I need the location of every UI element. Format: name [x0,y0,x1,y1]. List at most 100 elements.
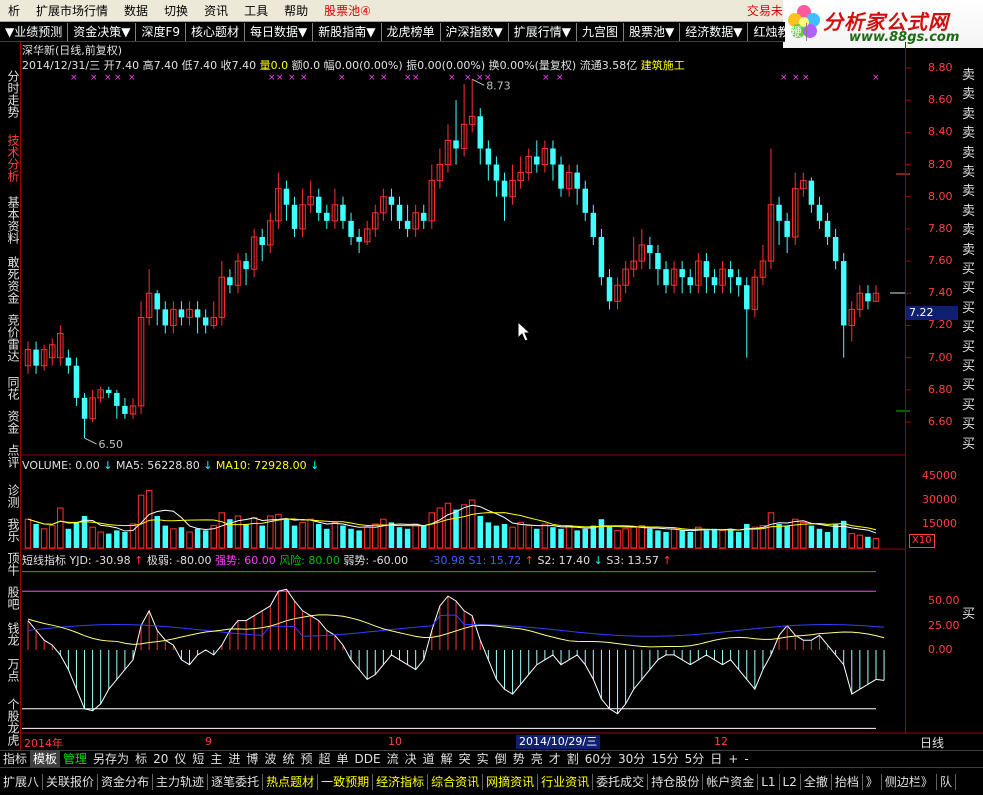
candle-body [315,196,322,213]
function-tab[interactable]: 关联报价 [43,773,99,790]
signal-mark: × [276,73,284,83]
indicator-tab[interactable]: 短 [189,751,207,767]
sell-level[interactable]: 卖 [962,122,975,141]
indicator-tab[interactable]: 势 [510,751,528,767]
indicator-tab[interactable]: 道 [420,751,438,767]
function-tab[interactable]: 持仓股份 [648,773,704,790]
sell-level[interactable]: 卖 [962,200,975,219]
volume-bar [493,525,500,548]
right-axis-line [905,42,906,734]
volume-bar [299,521,306,549]
indicator-tab[interactable]: 才 [546,751,564,767]
volume-bar [816,528,823,548]
function-tab[interactable]: 热点题材 [263,773,319,790]
indicator-tab[interactable]: 博 [243,751,261,767]
indicator-tabs: 指标 模板 管理 另存为标 20 仪短主进博波统预超单 DDE 流决道解突实倒势亮才割 60分 3… [0,750,983,767]
sell-level[interactable]: 卖 [962,161,975,180]
buy-level[interactable]: 买 [962,297,975,316]
indicator-tab[interactable]: - [741,751,751,767]
volume-bar [622,528,629,549]
sell-level[interactable]: 卖 [962,83,975,102]
volume-bar [460,504,468,549]
function-tab[interactable]: 经济指标 [373,773,429,790]
indicator-tab[interactable]: + [725,751,741,767]
sell-level[interactable]: 卖 [962,239,975,258]
indicator-tab[interactable]: 模板 [30,751,61,767]
function-tab[interactable]: 主力轨迹 [153,773,209,790]
period-label[interactable]: 日线 [920,734,944,751]
function-tab[interactable]: 行业资讯 [538,773,594,790]
indicator-tab[interactable]: 指标 [0,751,30,767]
function-tab[interactable]: 》 [863,773,882,790]
function-tab[interactable]: 侧边栏》 [882,773,937,790]
indicator-tab[interactable]: 超 [315,751,333,767]
indicator-tab[interactable]: 解 [438,751,456,767]
kline-chart[interactable]: × × × × × × × × × × × × × × × × × × × × × × × ×8.736.50 [0,0,983,795]
indicator-tab[interactable]: 主 [207,751,225,767]
indicator-tab[interactable]: 20 [150,751,171,767]
function-tab[interactable]: 扩展八 [0,773,44,790]
indicator-tab[interactable]: 管理 [60,751,90,767]
buy-level[interactable]: 买 [962,374,975,393]
function-tab[interactable]: 一致预期 [318,773,374,790]
indicator-tab[interactable]: 15分 [648,751,681,767]
buy-level[interactable]: 买 [962,413,975,432]
function-tab[interactable]: L2 [780,773,801,790]
volume-bar [436,507,444,549]
indicator-tab[interactable]: 倒 [492,751,510,767]
function-tab[interactable]: 网摘资讯 [483,773,539,790]
indicator-tab[interactable]: 进 [225,751,243,767]
function-tab[interactable]: 帐户资金 [703,773,759,790]
sell-level[interactable]: 卖 [962,64,975,83]
function-tab[interactable]: 综合资讯 [428,773,484,790]
buy-level[interactable]: 买 [962,433,975,452]
indicator-tab[interactable]: 预 [297,751,315,767]
candle-body [784,220,790,237]
bottom-function-tabs: 扩展八 关联报价 资金分布 主力轨迹 逐笔委托 热点题材 一致预期 经济指标 综合资讯 网摘资讯行… [0,767,983,795]
indicator-tab[interactable]: 仪 [171,751,189,767]
volume-bar [776,524,782,548]
indicator-tab[interactable]: 割 [564,751,582,767]
indicator-tab[interactable]: 日 [707,751,725,767]
function-tab[interactable]: 队 [937,773,956,790]
buy-level[interactable]: 买 [962,277,975,296]
indicator-tab[interactable]: 流 [384,751,402,767]
candle-body [485,148,492,165]
indicator-tab[interactable]: 5分 [682,751,708,767]
function-tab[interactable]: 委托成交 [593,773,649,790]
volume-bar [194,528,201,548]
indicator-tab[interactable]: 60分 [582,751,615,767]
function-tab[interactable]: 资金分布 [98,773,154,790]
sell-level[interactable]: 卖 [962,103,975,122]
indicator-tab[interactable]: 单 [334,751,352,767]
indicator-tab[interactable]: 实 [474,751,492,767]
indicator-tab[interactable]: 统 [279,751,297,767]
buy-level[interactable]: 买 [962,394,975,413]
indicator-tab[interactable]: 决 [402,751,420,767]
function-tab[interactable]: L1 [758,773,780,790]
sell-level[interactable]: 卖 [962,180,975,199]
function-tab[interactable]: 逐笔委托 [208,773,264,790]
indicator-tab[interactable]: 波 [261,751,279,767]
candle-body [727,269,734,278]
indicator-tab[interactable]: 标 [132,751,150,767]
indicator-name[interactable]: 短线指标 [22,554,66,567]
buy-level[interactable]: 买 [962,336,975,355]
buy-level[interactable]: 买 [962,258,975,277]
function-tab[interactable]: 全撤 [801,773,832,790]
indicator-tab[interactable]: 突 [456,751,474,767]
indicator-tab[interactable]: 30分 [615,751,648,767]
sell-level[interactable]: 卖 [962,142,975,161]
sell-level[interactable]: 卖 [962,219,975,238]
indicator-tab[interactable]: 另存为 [90,751,132,767]
function-tab[interactable]: 抬档 [832,773,863,790]
order-book-panel[interactable]: 卖卖卖卖卖卖卖卖卖卖买买买买买买买买买买 [960,42,983,452]
buy-level[interactable]: 买 [962,355,975,374]
buy-level[interactable]: 买 [962,316,975,335]
volume-bar [186,531,193,549]
candle-body [81,397,88,419]
indicator-tab[interactable]: 亮 [528,751,546,767]
candle-body [388,196,395,205]
volume-tick: 30000 [922,493,957,506]
indicator-tab[interactable]: DDE [352,751,384,767]
